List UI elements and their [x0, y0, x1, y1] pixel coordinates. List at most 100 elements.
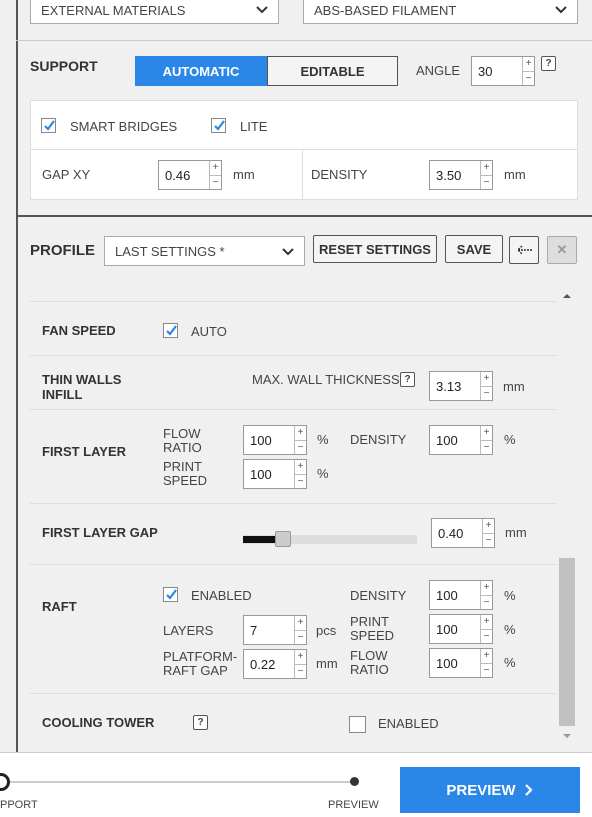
support-options-vdivider	[302, 150, 303, 200]
raft-layers-stepper[interactable]: 7 + −	[243, 615, 307, 645]
scrollbar-thumb[interactable]	[559, 558, 575, 726]
step-preview-label: PREVIEW	[328, 799, 379, 811]
increment-icon[interactable]: +	[481, 581, 492, 596]
increment-icon[interactable]: +	[481, 372, 492, 387]
profile-select[interactable]: LAST SETTINGS *	[104, 236, 305, 266]
settings-scrollbar[interactable]	[557, 284, 577, 747]
first-layer-gap-title: FIRST LAYER GAP	[42, 525, 158, 540]
mode-editable-button[interactable]: EDITABLE	[267, 56, 398, 86]
increment-icon[interactable]: +	[295, 426, 306, 441]
decrement-icon[interactable]: −	[481, 387, 492, 401]
decrement-icon[interactable]: −	[295, 631, 306, 645]
raft-layers-value: 7	[250, 622, 258, 638]
lite-checkbox[interactable]	[211, 118, 226, 133]
first-layer-density-stepper[interactable]: 100 + −	[429, 425, 493, 455]
decrement-icon[interactable]: −	[481, 630, 492, 644]
max-wall-stepper[interactable]: 3.13 + −	[429, 371, 493, 401]
reset-settings-button[interactable]: RESET SETTINGS	[313, 235, 437, 263]
support-density-label: DENSITY	[311, 167, 368, 182]
raft-flow-stepper[interactable]: 100 + −	[429, 648, 493, 678]
gap-xy-stepper[interactable]: 0.46 + −	[158, 160, 222, 190]
cooling-tower-enabled-label: ENABLED	[378, 716, 439, 731]
scroll-up-icon[interactable]	[557, 288, 577, 302]
first-layer-flow-label-2: RATIO	[163, 440, 202, 455]
smart-bridges-checkbox[interactable]	[41, 118, 56, 133]
fan-speed-auto-checkbox[interactable]	[163, 323, 178, 338]
fan-speed-auto-label: AUTO	[191, 324, 227, 339]
decrement-icon[interactable]: −	[295, 441, 306, 455]
max-wall-value: 3.13	[436, 378, 462, 394]
raft-enabled-checkbox[interactable]	[163, 587, 178, 602]
increment-icon[interactable]: +	[295, 650, 306, 665]
decrement-icon[interactable]: −	[481, 596, 492, 610]
row-divider	[30, 409, 556, 410]
filament-select[interactable]: ABS-BASED FILAMENT	[303, 0, 578, 24]
decrement-icon[interactable]: −	[295, 475, 306, 489]
raft-flow-unit: %	[504, 655, 516, 670]
decrement-icon[interactable]: −	[483, 534, 494, 548]
raft-layers-label: LAYERS	[163, 623, 214, 638]
arrow-left-icon	[517, 245, 532, 255]
close-button[interactable]: ✕	[547, 236, 577, 264]
material-source-select[interactable]: EXTERNAL MATERIALS	[30, 0, 279, 24]
back-arrow-button[interactable]	[509, 236, 539, 264]
save-button[interactable]: SAVE	[445, 235, 503, 263]
raft-density-value: 100	[436, 587, 458, 603]
decrement-icon[interactable]: −	[295, 665, 306, 679]
support-density-unit: mm	[504, 167, 526, 182]
reset-settings-label: RESET SETTINGS	[319, 241, 431, 257]
raft-flow-label-1: FLOW	[350, 648, 388, 663]
raft-flow-value: 100	[436, 655, 458, 671]
decrement-icon[interactable]: −	[210, 176, 221, 190]
increment-icon[interactable]: +	[523, 57, 534, 72]
check-icon	[166, 589, 177, 600]
first-layer-speed-stepper[interactable]: 100 + −	[243, 459, 307, 489]
raft-gap-stepper[interactable]: 0.22 + −	[243, 649, 307, 679]
increment-icon[interactable]: +	[481, 649, 492, 664]
chevron-right-icon	[524, 784, 533, 796]
angle-help-icon[interactable]: ?	[541, 56, 556, 71]
increment-icon[interactable]: +	[295, 616, 306, 631]
raft-title: RAFT	[42, 599, 77, 614]
check-icon	[44, 120, 55, 131]
decrement-icon[interactable]: −	[481, 176, 492, 190]
preview-button-label: PREVIEW	[446, 781, 516, 799]
first-layer-gap-stepper[interactable]: 0.40 + −	[431, 518, 495, 548]
decrement-icon[interactable]: −	[481, 441, 492, 455]
max-wall-unit: mm	[503, 379, 525, 394]
lite-label: LITE	[240, 119, 268, 134]
step-preview-marker[interactable]	[350, 777, 359, 786]
first-layer-gap-slider[interactable]	[243, 531, 417, 547]
preview-button[interactable]: PREVIEW	[400, 767, 580, 813]
slider-handle[interactable]	[275, 531, 292, 547]
increment-icon[interactable]: +	[483, 519, 494, 534]
decrement-icon[interactable]: −	[481, 664, 492, 678]
raft-speed-stepper[interactable]: 100 + −	[429, 614, 493, 644]
profile-section-divider	[16, 215, 592, 217]
first-layer-speed-value: 100	[250, 466, 272, 482]
raft-speed-unit: %	[504, 622, 516, 637]
increment-icon[interactable]: +	[481, 161, 492, 176]
first-layer-gap-unit: mm	[505, 525, 527, 540]
filament-value: ABS-BASED FILAMENT	[314, 2, 457, 18]
row-divider	[30, 355, 556, 356]
max-wall-help-icon[interactable]: ?	[400, 372, 415, 387]
mode-automatic-button[interactable]: AUTOMATIC	[135, 56, 267, 86]
raft-gap-value: 0.22	[250, 656, 276, 672]
angle-stepper[interactable]: 30 + −	[471, 56, 535, 86]
scroll-down-icon[interactable]	[557, 730, 577, 744]
raft-density-stepper[interactable]: 100 + −	[429, 580, 493, 610]
step-support-marker[interactable]	[0, 773, 10, 791]
smart-bridges-label: SMART BRIDGES	[70, 119, 178, 134]
increment-icon[interactable]: +	[481, 426, 492, 441]
check-icon	[166, 325, 177, 336]
decrement-icon[interactable]: −	[523, 72, 534, 86]
increment-icon[interactable]: +	[210, 161, 221, 176]
cooling-tower-enabled-checkbox[interactable]	[349, 716, 366, 733]
increment-icon[interactable]: +	[295, 460, 306, 475]
first-layer-flow-stepper[interactable]: 100 + −	[243, 425, 307, 455]
increment-icon[interactable]: +	[481, 615, 492, 630]
gap-xy-label: GAP XY	[42, 167, 91, 182]
cooling-tower-help-icon[interactable]: ?	[193, 715, 208, 730]
support-density-stepper[interactable]: 3.50 + −	[429, 160, 493, 190]
